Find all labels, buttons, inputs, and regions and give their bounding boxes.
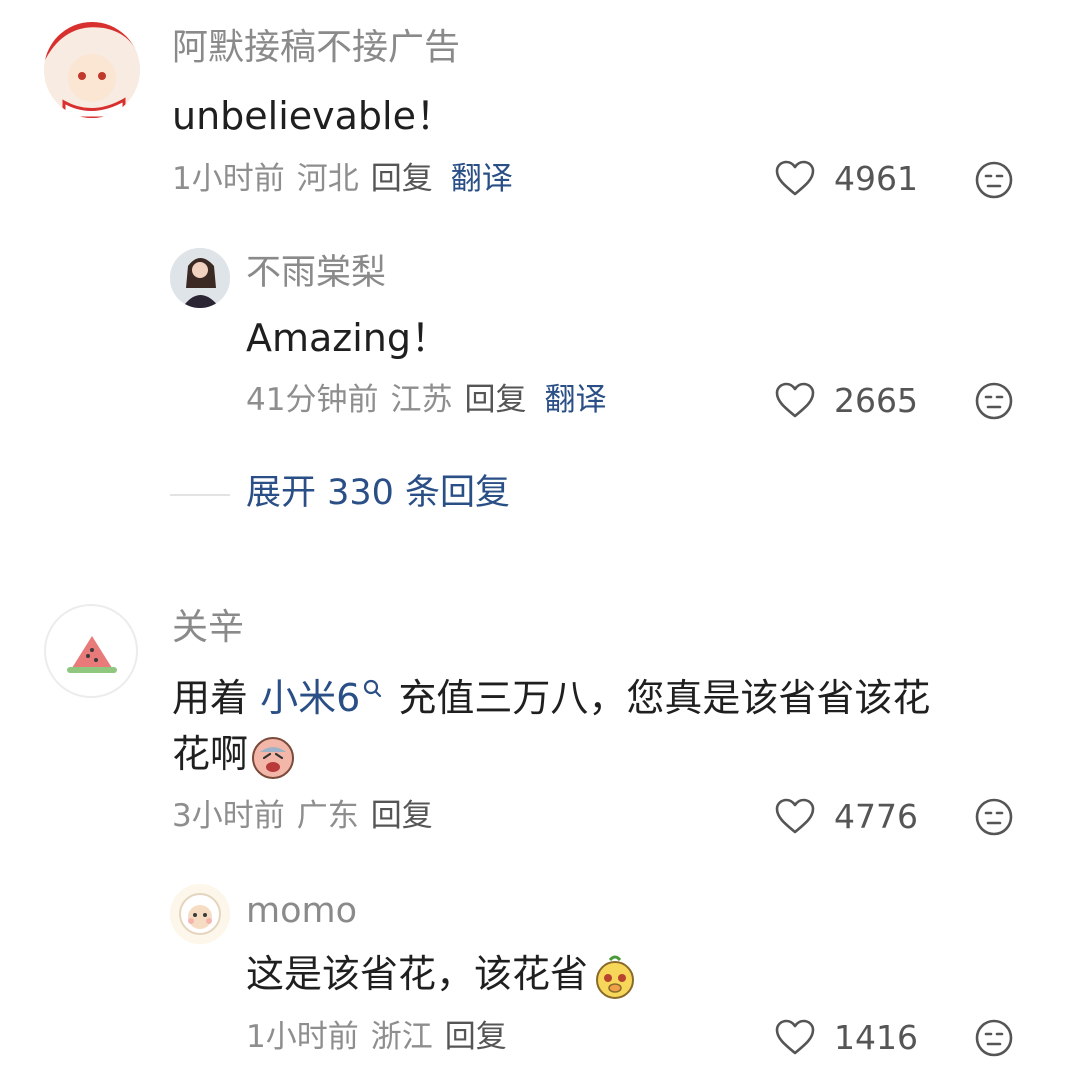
comment-username[interactable]: 关辛 [172, 610, 244, 646]
dislike-icon[interactable] [974, 1018, 1014, 1058]
dislike-icon[interactable] [974, 797, 1014, 837]
reply-time: 41分钟前 [246, 382, 379, 418]
heart-icon [775, 382, 815, 418]
reply-location: 江苏 [390, 382, 453, 418]
avatar[interactable] [44, 604, 138, 698]
like-count: 4961 [834, 158, 918, 198]
smiling-emoji-icon [596, 955, 635, 999]
comment-text: 用着 小米6 充值三万八，您真是该省省该花 [172, 670, 930, 726]
translate-button[interactable]: 翻译 [544, 382, 606, 418]
dislike-icon[interactable] [974, 381, 1014, 421]
reply-text: Amazing！ [246, 316, 450, 360]
like-button[interactable]: 2665 [774, 381, 918, 419]
like-count: 4776 [834, 796, 918, 836]
like-count: 2665 [834, 380, 918, 420]
reply-button[interactable]: 回复 [371, 798, 433, 834]
crying-emoji-icon [252, 736, 295, 779]
comment-text-part: 花啊 [172, 732, 249, 776]
comment-time: 3小时前 [172, 798, 285, 834]
product-link[interactable]: 小米6 [260, 676, 360, 720]
like-button[interactable]: 4776 [774, 797, 918, 835]
comment-text-part: 用着 [172, 676, 261, 720]
reply-button[interactable]: 回复 [464, 382, 526, 418]
comment-text-line2: 花啊 [172, 726, 296, 782]
heart-icon [775, 1019, 815, 1055]
expand-replies-button[interactable]: 展开 330 条回复 [246, 476, 510, 511]
reply-text-part: 这是该省花，该花省 [246, 952, 589, 996]
comment-text: unbelievable！ [172, 94, 454, 138]
comment-text-part: 充值三万八，您真是该省省该花 [386, 676, 931, 720]
reply-username[interactable]: 不雨棠梨 [246, 256, 386, 291]
avatar[interactable] [170, 884, 230, 944]
reply-location: 浙江 [370, 1019, 433, 1055]
reply-meta: 41分钟前 江苏 回复 翻译 [246, 385, 618, 416]
reply-button[interactable]: 回复 [371, 161, 433, 197]
like-count: 1416 [834, 1017, 918, 1057]
comment-meta: 1小时前 河北 回复 翻译 [172, 164, 525, 195]
like-button[interactable]: 1416 [774, 1018, 918, 1056]
translate-button[interactable]: 翻译 [451, 161, 513, 197]
reply-username[interactable]: momo [246, 894, 357, 929]
like-button[interactable]: 4961 [774, 159, 918, 197]
comment-meta: 3小时前 广东 回复 [172, 801, 445, 832]
search-icon[interactable] [360, 676, 386, 706]
reply-button[interactable]: 回复 [445, 1019, 507, 1055]
reply-meta: 1小时前 浙江 回复 [246, 1022, 519, 1053]
divider [170, 494, 230, 496]
heart-icon [775, 798, 815, 834]
comment-time: 1小时前 [172, 161, 285, 197]
avatar[interactable] [170, 248, 230, 308]
reply-text: 这是该省花，该花省 [246, 946, 638, 1002]
comment-location: 河北 [296, 161, 359, 197]
reply-time: 1小时前 [246, 1019, 359, 1055]
comment-location: 广东 [296, 798, 359, 834]
comment-username[interactable]: 阿默接稿不接广告 [172, 30, 460, 66]
heart-icon [775, 160, 815, 196]
avatar[interactable] [44, 22, 140, 118]
dislike-icon[interactable] [974, 160, 1014, 200]
